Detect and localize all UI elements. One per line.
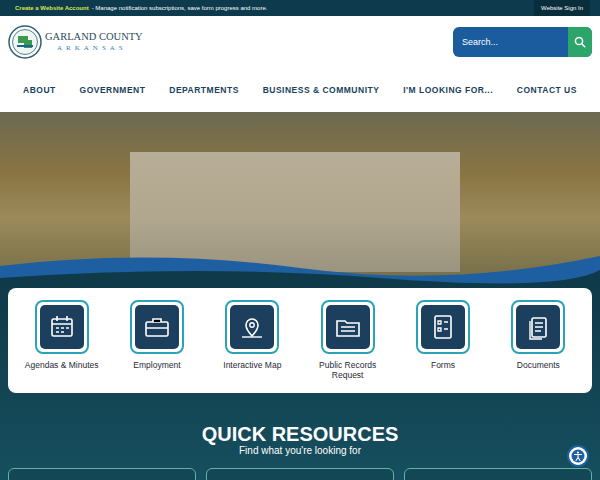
hero-wave [0,248,600,288]
logo[interactable]: GARLAND COUNTY ARKANSAS [8,25,143,59]
quick-link-tile [321,300,375,354]
lower-section: Agendas & Minutes Employment Interactive M… [0,288,600,480]
accessibility-icon[interactable] [567,445,589,467]
nav-item[interactable]: CONTACT US [517,84,577,97]
map-pin-icon [230,305,274,349]
nav-item[interactable]: ABOUT [23,84,56,97]
nav-item[interactable]: BUSINESS & COMMUNITY [263,84,380,97]
search-button[interactable] [568,27,592,57]
documents-icon [516,305,560,349]
county-seal-icon [8,25,42,59]
quick-links-card: Agendas & Minutes Employment Interactive M… [8,288,592,393]
quick-link-tile [225,300,279,354]
resources-subtitle: Find what you're looking for [239,445,361,457]
top-bar: Create a Website Account- Manage notific… [0,0,600,16]
quick-link[interactable]: Forms [395,300,490,393]
quick-link-tile [130,300,184,354]
search-box [453,27,592,57]
hero-buildings [130,152,460,272]
hero-photo [0,112,600,288]
quick-link[interactable]: Public Records Request [300,300,395,393]
county-name: GARLAND COUNTY [45,32,143,43]
folder-icon [326,305,370,349]
sign-in-button[interactable]: Website Sign In [534,0,590,16]
nav-item[interactable]: DEPARTMENTS [169,84,239,97]
state-name: ARKANSAS [45,45,143,52]
form-icon [421,305,465,349]
quick-link-label: Agendas & Minutes [22,360,102,370]
quick-link-tile [35,300,89,354]
quick-link-label: Interactive Map [212,360,292,370]
header: GARLAND COUNTY ARKANSAS [0,16,600,68]
nav-item[interactable]: I'M LOOKING FOR... [403,84,493,97]
resources-title: QUICK RESOURCES [202,423,399,445]
logo-text: GARLAND COUNTY ARKANSAS [45,32,143,52]
account-notice: Create a Website Account- Manage notific… [15,5,267,11]
quick-resources-heading: QUICK RESOURCESFind what you're looking … [8,423,592,457]
account-text: - Manage notification subscriptions, sav… [92,5,268,11]
resource-card[interactable] [206,468,394,480]
resource-card[interactable] [404,468,592,480]
quick-link-tile [416,300,470,354]
briefcase-icon [135,305,179,349]
quick-link-label: Employment [117,360,197,370]
search-input[interactable] [453,27,568,57]
create-account-link[interactable]: Create a Website Account [15,5,89,11]
resource-cards [8,468,592,480]
quick-link[interactable]: Agendas & Minutes [14,300,109,393]
quick-link-tile [511,300,565,354]
quick-link[interactable]: Documents [491,300,586,393]
quick-link[interactable]: Interactive Map [205,300,300,393]
resource-card[interactable] [8,468,196,480]
quick-link[interactable]: Employment [109,300,204,393]
quick-link-label: Documents [498,360,578,370]
quick-link-label: Forms [403,360,483,370]
quick-link-label: Public Records Request [308,360,388,380]
main-nav: ABOUT GOVERNMENT DEPARTMENTS BUSINESS & COM… [0,68,600,112]
nav-item[interactable]: GOVERNMENT [80,84,146,97]
calendar-icon [40,305,84,349]
magnifier-icon [574,36,586,48]
